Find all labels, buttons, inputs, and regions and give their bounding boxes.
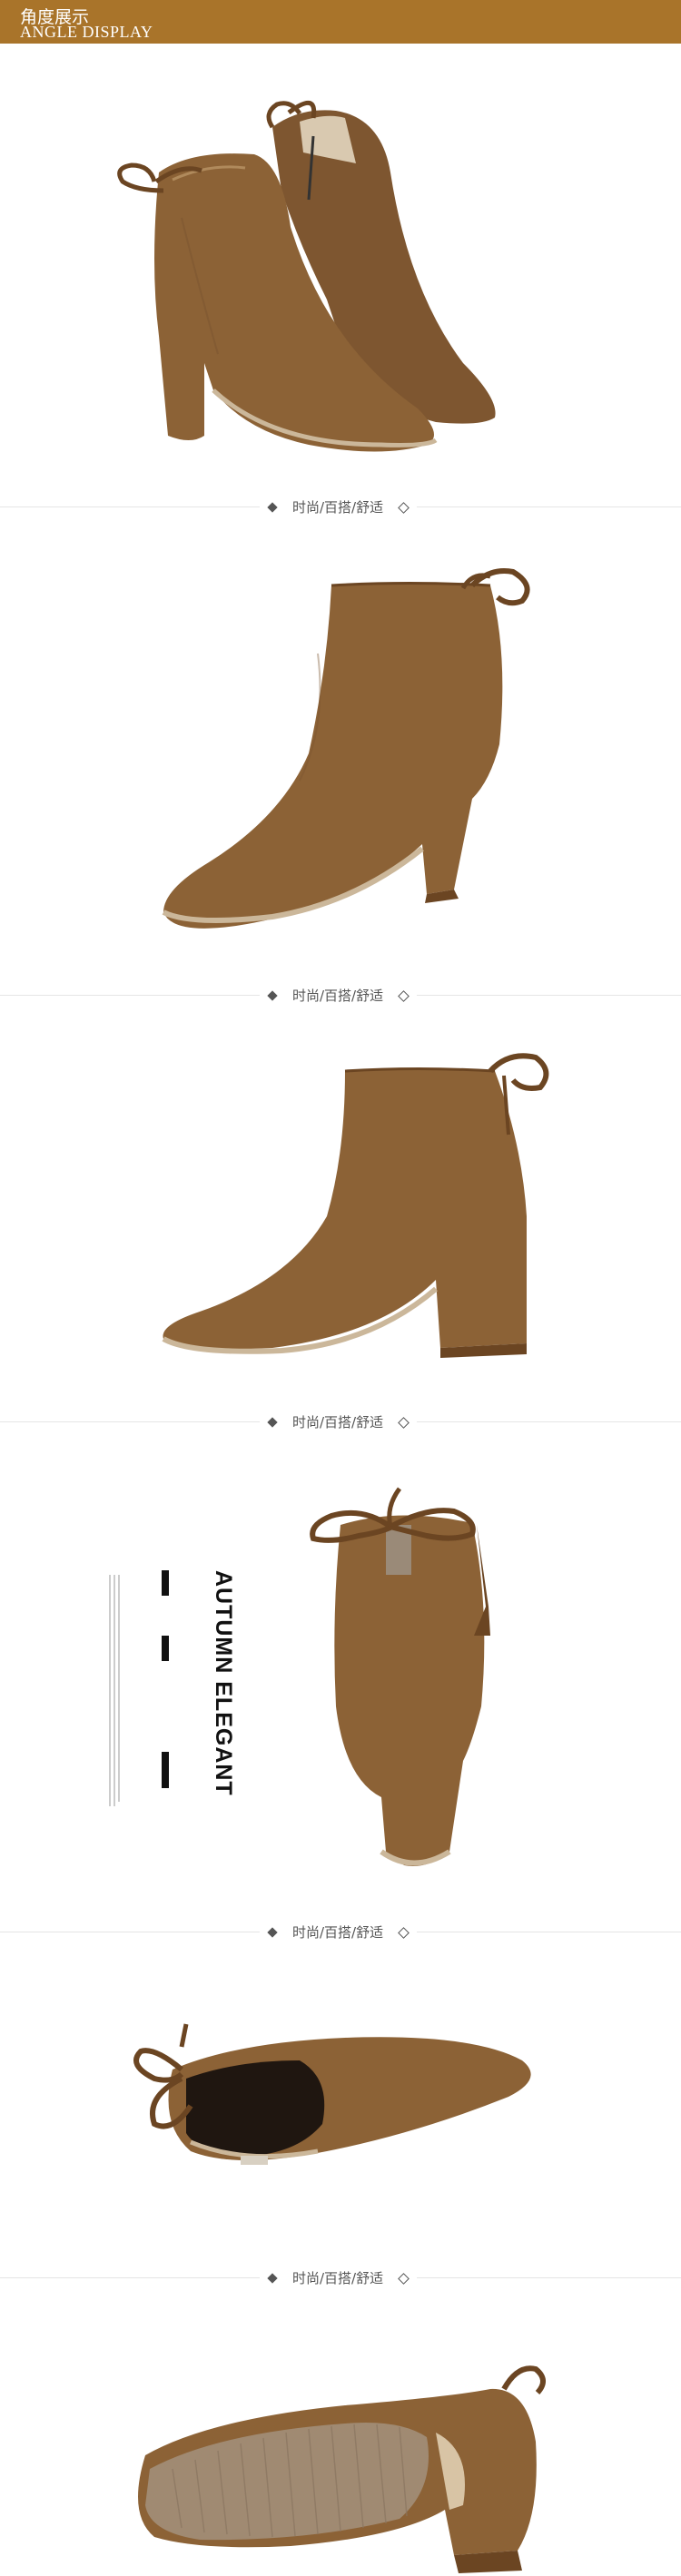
section-divider: 时尚/百搭/舒适 xyxy=(0,497,681,518)
divider-label: 时尚/百搭/舒适 xyxy=(260,1411,418,1433)
divider-text: 时尚/百搭/舒适 xyxy=(292,1924,384,1941)
product-photo-side-left xyxy=(0,545,681,971)
divider-label: 时尚/百搭/舒适 xyxy=(260,2267,418,2289)
header-title-en: ANGLE DISPLAY xyxy=(20,23,153,41)
divider-text: 时尚/百搭/舒适 xyxy=(292,2270,384,2286)
product-photo-sole xyxy=(0,2333,681,2576)
diamond-solid-icon xyxy=(267,502,278,513)
divider-label: 时尚/百搭/舒适 xyxy=(260,985,418,1007)
diamond-solid-icon xyxy=(267,990,278,1001)
divider-label: 时尚/百搭/舒适 xyxy=(260,497,418,518)
divider-text: 时尚/百搭/舒适 xyxy=(292,1414,384,1431)
product-photo-pair xyxy=(0,64,681,463)
section-divider: 时尚/百搭/舒适 xyxy=(0,985,681,1007)
diamond-solid-icon xyxy=(267,2273,278,2284)
section-divider: 时尚/百搭/舒适 xyxy=(0,1922,681,1943)
product-photo-back xyxy=(0,1470,681,1888)
section-header: 角度展示 ANGLE DISPLAY xyxy=(0,0,681,44)
section-divider: 时尚/百搭/舒适 xyxy=(0,1411,681,1433)
divider-text: 时尚/百搭/舒适 xyxy=(292,499,384,516)
diamond-solid-icon xyxy=(267,1417,278,1428)
diamond-outline-icon xyxy=(398,989,410,1002)
diamond-outline-icon xyxy=(398,501,410,514)
diamond-outline-icon xyxy=(398,1926,410,1939)
diamond-outline-icon xyxy=(398,1416,410,1429)
diamond-solid-icon xyxy=(267,1927,278,1938)
section-divider: 时尚/百搭/舒适 xyxy=(0,2267,681,2289)
product-photo-side-right xyxy=(0,1035,681,1398)
divider-text: 时尚/百搭/舒适 xyxy=(292,988,384,1004)
divider-label: 时尚/百搭/舒适 xyxy=(260,1922,418,1943)
product-photo-top xyxy=(0,1970,681,2215)
diamond-outline-icon xyxy=(398,2272,410,2285)
